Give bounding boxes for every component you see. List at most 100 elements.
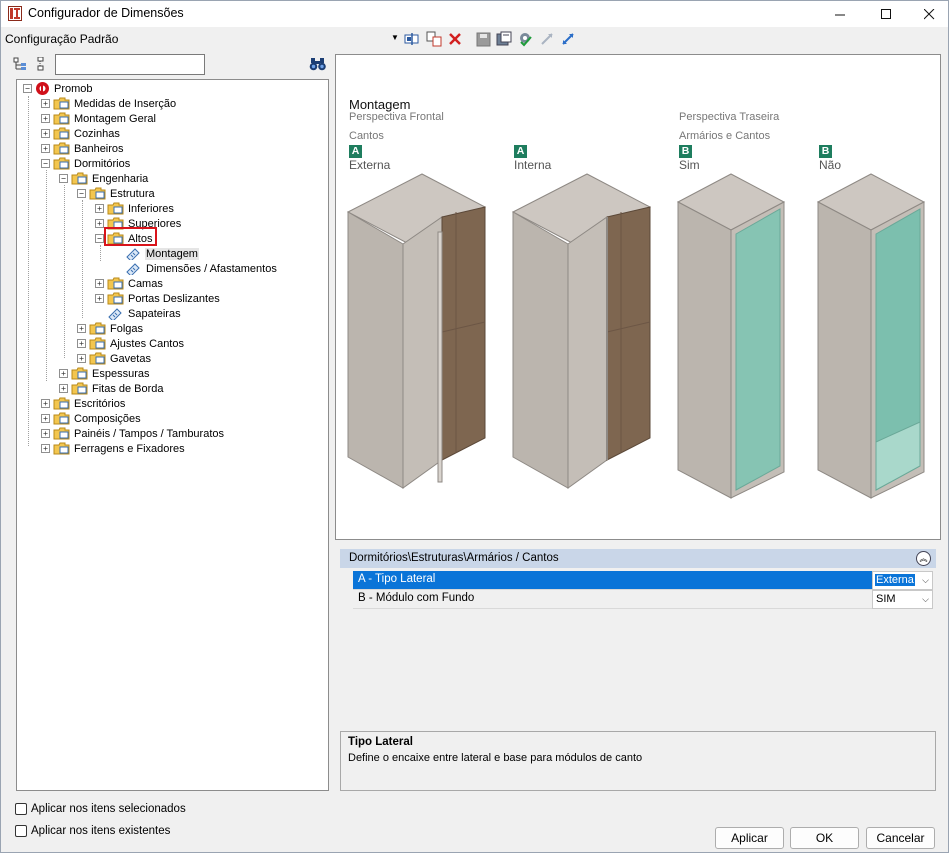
tree-item-ferragens-fixadores[interactable]: + Ferragens e Fixadores: [41, 441, 186, 456]
app-ruler-icon: [8, 6, 22, 21]
property-row-tipo-lateral[interactable]: A - Tipo Lateral Externa ⌵: [353, 571, 933, 590]
collapse-toggle-icon[interactable]: −: [95, 234, 104, 243]
apply-button[interactable]: Aplicar: [715, 827, 784, 849]
tree-item-folgas[interactable]: + Folgas: [77, 321, 144, 336]
modulo-fundo-select[interactable]: SIM ⌵: [872, 590, 933, 609]
cabinet-external-image: [346, 173, 487, 489]
rename-icon[interactable]: [403, 30, 421, 48]
tree-item-dimensoes-afastamentos[interactable]: Dimensões / Afastamentos: [125, 261, 278, 276]
expand-tree-icon[interactable]: [13, 57, 27, 71]
close-button[interactable]: [906, 1, 949, 27]
option-letter-badge: B: [819, 145, 832, 158]
tree-item-label: Ferragens e Fixadores: [74, 442, 185, 455]
expand-toggle-icon[interactable]: +: [41, 444, 50, 453]
tree-item-medidas-insercao[interactable]: + Medidas de Inserção: [41, 96, 177, 111]
copy-configuration-icon[interactable]: [425, 30, 443, 48]
group-a-label: Cantos: [349, 130, 384, 142]
expand-toggle-icon[interactable]: +: [95, 204, 104, 213]
expand-toggle-icon[interactable]: +: [95, 279, 104, 288]
delete-icon[interactable]: [446, 30, 464, 48]
tree-item-ajustes-cantos[interactable]: + Ajustes Cantos: [77, 336, 185, 351]
back-perspective-label: Perspectiva Traseira: [679, 111, 780, 123]
tree-item-dormitorios[interactable]: − Dormitórios: [41, 156, 131, 171]
collapse-toggle-icon[interactable]: −: [23, 84, 32, 93]
tree-item-banheiros[interactable]: + Banheiros: [41, 141, 125, 156]
tree-item-montagem[interactable]: Montagem: [125, 246, 199, 261]
tree-panel[interactable]: − Promob + Medidas de Inserção + Montage…: [16, 79, 329, 791]
tree-item-sapateiras[interactable]: Sapateiras: [107, 306, 182, 321]
ruler-tag-icon: [126, 248, 140, 260]
search-binoculars-icon[interactable]: [309, 57, 327, 71]
expand-toggle-icon[interactable]: +: [41, 114, 50, 123]
expand-toggle-icon[interactable]: +: [77, 324, 86, 333]
settings-check-icon[interactable]: [516, 30, 534, 48]
tree-item-portas-deslizantes[interactable]: + Portas Deslizantes: [95, 291, 221, 306]
tree-item-label: Dimensões / Afastamentos: [146, 262, 277, 275]
tree-item-cozinhas[interactable]: + Cozinhas: [41, 126, 121, 141]
tree-item-promob[interactable]: − Promob: [23, 81, 94, 96]
tree-item-paineis-tampos-tamburatos[interactable]: + Painéis / Tampos / Tamburatos: [41, 426, 225, 441]
minimize-button[interactable]: [817, 1, 863, 27]
expand-toggle-icon[interactable]: +: [41, 99, 50, 108]
property-category-header[interactable]: Dormitórios\Estruturas\Armários / Cantos…: [340, 549, 936, 568]
checkbox-box[interactable]: [15, 803, 27, 815]
maximize-button[interactable]: [863, 1, 909, 27]
tipo-lateral-select[interactable]: Externa ⌵: [872, 571, 933, 590]
group-b-label: Armários e Cantos: [679, 130, 771, 142]
maximize-icon: [880, 8, 891, 19]
expand-toggle-icon[interactable]: +: [59, 369, 68, 378]
tree-item-engenharia[interactable]: − Engenharia: [59, 171, 149, 186]
chevron-down-icon[interactable]: ⌵: [922, 594, 929, 605]
apply-existing-checkbox[interactable]: Aplicar nos itens existentes: [15, 825, 170, 837]
folder-icon: [89, 337, 106, 350]
collapse-toggle-icon[interactable]: −: [41, 159, 50, 168]
tree-item-composicoes[interactable]: + Composições: [41, 411, 142, 426]
tree-search-input[interactable]: [55, 54, 205, 75]
tree-item-fitas-de-borda[interactable]: + Fitas de Borda: [59, 381, 165, 396]
collapse-toggle-icon[interactable]: −: [77, 189, 86, 198]
folder-icon: [89, 352, 106, 365]
expand-toggle-icon[interactable]: +: [95, 294, 104, 303]
save-as-icon[interactable]: [495, 30, 513, 48]
configuration-dropdown-icon[interactable]: ▼: [391, 33, 399, 42]
option-label: Interna: [514, 158, 552, 172]
expand-toggle-icon[interactable]: +: [41, 429, 50, 438]
expand-toggle-icon[interactable]: +: [95, 219, 104, 228]
cabinet-with-back-image: [676, 173, 786, 499]
save-icon[interactable]: [474, 30, 492, 48]
chevron-down-icon[interactable]: ⌵: [922, 575, 929, 586]
tree-item-label: Composições: [74, 412, 141, 425]
expand-toggle-icon[interactable]: +: [77, 354, 86, 363]
expand-toggle-icon[interactable]: +: [41, 399, 50, 408]
expand-toggle-icon[interactable]: +: [77, 339, 86, 348]
expand-toggle-icon[interactable]: +: [59, 384, 68, 393]
tree-item-estrutura[interactable]: − Estrutura: [77, 186, 156, 201]
description-text: Define o encaixe entre lateral e base pa…: [348, 752, 643, 764]
tree-item-espessuras[interactable]: + Espessuras: [59, 366, 150, 381]
folder-icon: [107, 292, 124, 305]
expand-toggle-icon[interactable]: +: [41, 129, 50, 138]
ok-button[interactable]: OK: [790, 827, 859, 849]
cancel-button[interactable]: Cancelar: [866, 827, 935, 849]
folder-icon: [53, 397, 70, 410]
tree-item-montagem-geral[interactable]: + Montagem Geral: [41, 111, 157, 126]
collapse-tree-icon[interactable]: [34, 57, 48, 71]
folder-icon: [89, 322, 106, 335]
collapse-chevron-icon[interactable]: ︽: [916, 551, 931, 566]
collapse-toggle-icon[interactable]: −: [59, 174, 68, 183]
collapse-arrows-icon[interactable]: [538, 30, 556, 48]
expand-toggle-icon[interactable]: +: [41, 144, 50, 153]
folder-icon: [53, 427, 70, 440]
apply-selected-checkbox[interactable]: Aplicar nos itens selecionados: [15, 803, 186, 815]
expand-toggle-icon[interactable]: +: [41, 414, 50, 423]
checkbox-box[interactable]: [15, 825, 27, 837]
tree-item-camas[interactable]: + Camas: [95, 276, 164, 291]
tree-item-gavetas[interactable]: + Gavetas: [77, 351, 152, 366]
tree-item-label: Montagem: [145, 247, 199, 260]
tree-item-label: Dormitórios: [74, 157, 131, 170]
tree-item-inferiores[interactable]: + Inferiores: [95, 201, 175, 216]
ruler-tag-icon: [108, 308, 122, 320]
property-row-modulo-fundo[interactable]: B - Módulo com Fundo SIM ⌵: [353, 590, 933, 609]
tree-item-escritorios[interactable]: + Escritórios: [41, 396, 126, 411]
expand-arrows-icon[interactable]: [559, 30, 577, 48]
